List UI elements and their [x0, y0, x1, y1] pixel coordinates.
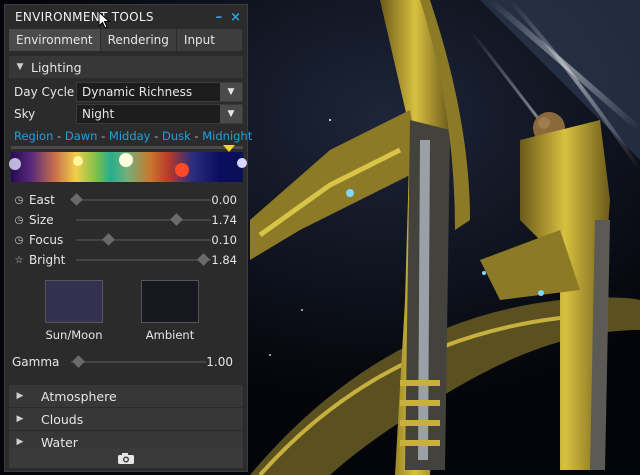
slider-knob[interactable] [197, 253, 211, 266]
time-preset-midnight[interactable]: Midnight [202, 129, 252, 143]
slider-knob[interactable] [170, 213, 183, 226]
chevron-down-icon[interactable]: ▼ [220, 83, 242, 101]
collapsed-arrow-icon: ▶ [16, 414, 24, 424]
bright-slider[interactable] [75, 253, 212, 266]
tab-environment[interactable]: Environment [9, 29, 101, 51]
environment-tools-panel: ENVIRONMENT TOOLS – × Environment Render… [4, 4, 252, 472]
color-swatches: Sun/Moon Ambient [5, 280, 247, 342]
time-marker-icon[interactable] [223, 145, 235, 152]
slider-knob[interactable] [72, 355, 86, 368]
section-clouds[interactable]: ▶ Clouds [9, 408, 243, 430]
slider-value: 0.10 [211, 233, 237, 247]
panel-titlebar[interactable]: ENVIRONMENT TOOLS – × [5, 5, 247, 29]
time-preset-region[interactable]: Region [14, 129, 53, 143]
slider-label: Size [28, 213, 54, 227]
gamma-slider[interactable] [71, 355, 207, 368]
sun-moon-color-swatch[interactable] [45, 280, 103, 323]
camera-icon [118, 452, 134, 464]
section-clouds-label: Clouds [41, 411, 84, 427]
slider-row-bright: ☆ Bright 1.84 [9, 250, 243, 270]
chevron-down-icon[interactable]: ▼ [220, 105, 242, 123]
section-atmosphere[interactable]: ▶ Atmosphere [9, 385, 243, 407]
tab-bar: Environment Rendering Input [9, 29, 243, 51]
slider-track [75, 239, 212, 241]
time-presets: Region - Dawn - Midday - Dusk - Midnight [14, 129, 252, 143]
slider-track [71, 361, 207, 363]
section-atmosphere-label: Atmosphere [41, 388, 117, 404]
star-icon: ☆ [14, 254, 24, 266]
sun-icon [73, 156, 83, 166]
sun-moon-label: Sun/Moon [45, 328, 103, 342]
clock-icon: ◷ [14, 234, 24, 246]
slider-row-east: ◷ East 0.00 [9, 190, 243, 210]
slider-row-focus: ◷ Focus 0.10 [9, 230, 243, 250]
clock-icon: ◷ [14, 194, 24, 206]
sky-row: Sky Night ▼ [9, 103, 243, 125]
sky-dropdown[interactable]: Night ▼ [76, 104, 243, 124]
slider-track [75, 219, 212, 221]
sun-moon-color-group: Sun/Moon [45, 280, 103, 342]
collapsed-arrow-icon: ▶ [16, 391, 24, 401]
gamma-row: Gamma 1.00 [9, 352, 243, 372]
panel-title: ENVIRONMENT TOOLS [15, 10, 154, 24]
time-separator: - [190, 129, 203, 143]
day-cycle-preview[interactable] [9, 145, 247, 182]
close-icon[interactable]: × [230, 10, 241, 25]
slider-value: 1.84 [211, 253, 237, 267]
ambient-color-swatch[interactable] [141, 280, 199, 323]
time-preset-dawn[interactable]: Dawn [65, 129, 98, 143]
sky-value: Night [82, 107, 115, 121]
gamma-label: Gamma [12, 355, 60, 369]
east-slider[interactable] [69, 193, 212, 206]
expanded-arrow-icon: ▼ [16, 62, 24, 72]
time-preset-midday[interactable]: Midday [109, 129, 151, 143]
day-cycle-label: Day Cycle [14, 85, 75, 99]
moon-icon [9, 158, 21, 170]
moon-icon [237, 158, 247, 168]
collapsed-arrow-icon: ▶ [16, 437, 24, 447]
slider-row-size: ◷ Size 1.74 [9, 210, 243, 230]
light-sliders: ◷ East 0.00 ◷ Size 1.74 ◷ Focus 0.10 ☆ B… [5, 190, 247, 270]
slider-knob[interactable] [102, 233, 116, 246]
tab-rendering[interactable]: Rendering [100, 29, 177, 51]
clock-icon: ◷ [14, 214, 24, 226]
collapsed-sections: ▶ Atmosphere ▶ Clouds ▶ Water [5, 382, 247, 453]
sky-label: Sky [14, 107, 36, 121]
day-cycle-value: Dynamic Richness [82, 85, 193, 99]
day-cycle-row: Day Cycle Dynamic Richness ▼ [9, 81, 243, 103]
slider-label: Bright [28, 253, 66, 267]
snapshot-button[interactable] [9, 448, 243, 468]
mouse-cursor-icon [98, 11, 110, 29]
size-slider[interactable] [75, 213, 212, 226]
section-lighting-label: Lighting [31, 59, 82, 75]
day-cycle-dropdown[interactable]: Dynamic Richness ▼ [76, 82, 243, 102]
sun-icon [175, 163, 189, 177]
ambient-color-group: Ambient [141, 280, 199, 342]
slider-track [75, 259, 212, 261]
time-separator: - [53, 129, 65, 143]
day-cycle-track [11, 146, 243, 149]
minimize-icon[interactable]: – [216, 10, 223, 25]
slider-value: 1.74 [211, 213, 237, 227]
tab-input[interactable]: Input [176, 29, 243, 51]
gamma-value: 1.00 [206, 355, 233, 369]
slider-value: 0.00 [211, 193, 237, 207]
slider-label: East [28, 193, 55, 207]
time-separator: - [150, 129, 162, 143]
slider-label: Focus [28, 233, 64, 247]
focus-slider[interactable] [75, 233, 212, 246]
section-lighting[interactable]: ▼ Lighting [9, 56, 243, 78]
sun-icon [119, 153, 133, 167]
window-controls: – × [216, 10, 241, 25]
time-separator: - [97, 129, 109, 143]
time-preset-dusk[interactable]: Dusk [162, 129, 191, 143]
slider-track [75, 199, 212, 201]
ambient-label: Ambient [145, 328, 195, 342]
